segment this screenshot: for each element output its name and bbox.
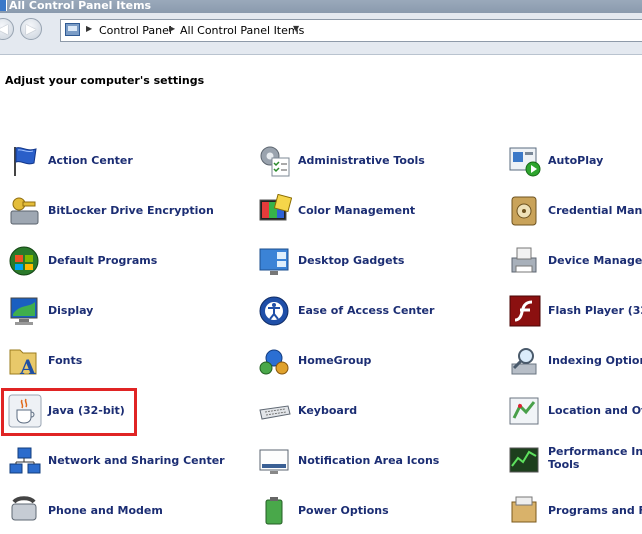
homegroup-icon <box>259 349 289 375</box>
forward-button[interactable]: ▶ <box>20 18 42 40</box>
svg-text:A: A <box>19 355 36 378</box>
item-keyboard[interactable]: Keyboard <box>258 394 488 434</box>
keyboard-icon <box>259 405 291 420</box>
item-label: Keyboard <box>298 404 358 417</box>
item-label: AutoPlay <box>548 154 604 167</box>
window-title-bar[interactable]: All Control Panel Items <box>0 0 642 13</box>
item-performance-information-and-tools[interactable]: Performance Inf Tools <box>508 444 642 484</box>
item-notification-area-icons[interactable]: Notification Area Icons <box>258 444 488 484</box>
item-action-center[interactable]: Action Center <box>8 144 238 184</box>
item-desktop-gadgets[interactable]: Desktop Gadgets <box>258 244 488 284</box>
item-label: Action Center <box>48 154 133 167</box>
display-icon <box>10 297 38 325</box>
navigation-bar: ◀ ▶ ▶ Control Panel ▶ All Control Panel … <box>0 13 642 55</box>
item-label: Fonts <box>48 354 83 367</box>
back-button[interactable]: ◀ <box>0 18 14 40</box>
gear-checklist-icon <box>260 146 290 177</box>
item-flash-player[interactable]: Flash Player (32- <box>508 294 642 334</box>
breadcrumb-control-panel[interactable]: Control Panel <box>99 24 172 37</box>
control-panel-icon <box>0 0 7 11</box>
item-label: Indexing Options <box>548 354 642 367</box>
item-device-manager[interactable]: Device Manager <box>508 244 642 284</box>
item-label: HomeGroup <box>298 354 372 367</box>
item-label: Ease of Access Center <box>298 304 435 317</box>
phone-icon <box>11 496 37 521</box>
item-label: Phone and Modem <box>48 504 163 517</box>
item-credential-manager[interactable]: Credential Mana <box>508 194 642 234</box>
item-label: Location and Oth <box>548 404 642 417</box>
item-label: Administrative Tools <box>298 154 425 167</box>
item-phone-and-modem[interactable]: Phone and Modem <box>8 494 238 534</box>
item-display[interactable]: Display <box>8 294 238 334</box>
item-administrative-tools[interactable]: Administrative Tools <box>258 144 488 184</box>
item-autoplay[interactable]: AutoPlay <box>508 144 642 184</box>
item-label: Display <box>48 304 94 317</box>
fonts-folder-icon: A <box>9 349 37 378</box>
address-bar[interactable]: ▶ Control Panel ▶ All Control Panel Item… <box>60 19 642 42</box>
item-label: Default Programs <box>48 254 158 267</box>
item-label: Desktop Gadgets <box>298 254 405 267</box>
flag-icon <box>14 147 37 176</box>
forward-arrow-icon: ▶ <box>26 22 36 37</box>
item-power-options[interactable]: Power Options <box>258 494 488 534</box>
item-label: Device Manager <box>548 254 642 267</box>
item-bitlocker[interactable]: BitLocker Drive Encryption <box>8 194 238 234</box>
item-label: Programs and Fe <box>548 504 642 517</box>
back-arrow-icon: ◀ <box>0 22 8 37</box>
map-location-icon <box>509 397 539 425</box>
notification-monitor-icon <box>259 449 289 474</box>
item-label: Power Options <box>298 504 389 517</box>
item-fonts[interactable]: A Fonts <box>8 344 238 384</box>
flash-icon <box>509 295 541 327</box>
vault-icon <box>511 196 537 226</box>
item-indexing-options[interactable]: Indexing Options <box>508 344 642 384</box>
performance-chart-icon <box>509 447 539 473</box>
battery-power-icon <box>265 497 283 525</box>
page-heading: Adjust your computer's settings <box>5 74 205 87</box>
key-drive-icon <box>10 197 39 225</box>
accessibility-icon <box>259 296 289 326</box>
item-ease-of-access[interactable]: Ease of Access Center <box>258 294 488 334</box>
gadgets-icon <box>259 248 289 275</box>
control-panel-icon <box>65 23 80 36</box>
item-label: BitLocker Drive Encryption <box>48 204 214 217</box>
color-monitor-icon <box>259 194 292 221</box>
item-location-and-other-sensors[interactable]: Location and Oth <box>508 394 642 434</box>
breadcrumb-all-items[interactable]: All Control Panel Items <box>180 24 304 37</box>
item-color-management[interactable]: Color Management <box>258 194 488 234</box>
breadcrumb-separator-icon[interactable]: ▶ <box>169 24 175 33</box>
item-label: Color Management <box>298 204 416 217</box>
item-label: Network and Sharing Center <box>48 454 225 467</box>
item-label: Performance Inf Tools <box>548 445 642 471</box>
item-network-sharing[interactable]: Network and Sharing Center <box>8 444 238 484</box>
item-programs-and-features[interactable]: Programs and Fe <box>508 494 642 534</box>
item-label: Flash Player (32- <box>548 304 642 317</box>
printer-device-icon <box>511 247 537 273</box>
autoplay-icon <box>509 147 541 177</box>
windows-orb-check-icon <box>9 246 39 276</box>
item-label: Credential Mana <box>548 204 642 217</box>
network-icon <box>9 447 41 474</box>
highlight-annotation <box>1 388 137 436</box>
item-homegroup[interactable]: HomeGroup <box>258 344 488 384</box>
item-label: Notification Area Icons <box>298 454 440 467</box>
item-default-programs[interactable]: Default Programs <box>8 244 238 284</box>
programs-box-icon <box>511 496 537 523</box>
window-title: All Control Panel Items <box>9 0 152 12</box>
magnifier-icon <box>511 348 537 375</box>
breadcrumb-dropdown-icon[interactable]: ▼ <box>293 24 299 33</box>
breadcrumb-separator-icon[interactable]: ▶ <box>86 24 92 33</box>
